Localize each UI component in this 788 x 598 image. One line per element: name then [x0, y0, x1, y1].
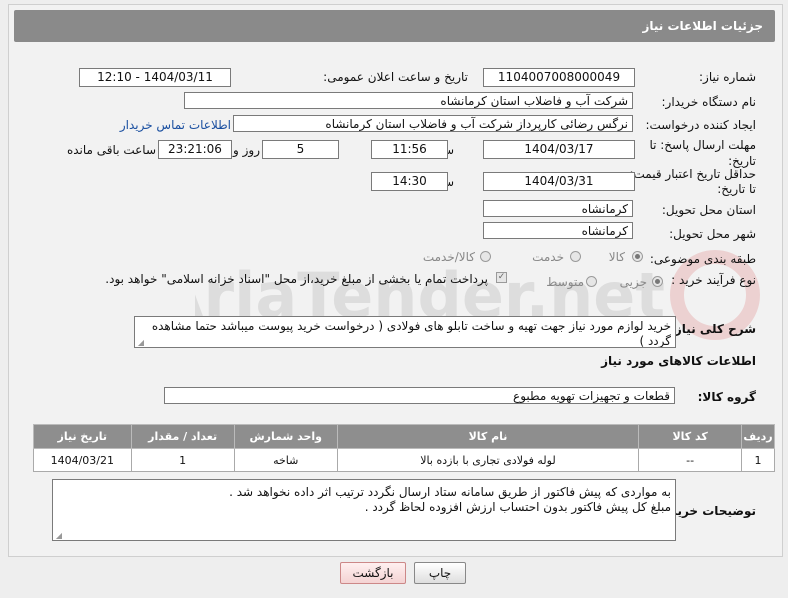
table-header-row: ردیف کد کالا نام کالا واحد شمارش تعداد /… [33, 424, 775, 449]
buyer-org-field: شرکت آب و فاضلاب استان کرمانشاه [184, 92, 633, 109]
cell-index: 1 [741, 448, 775, 472]
province-field: کرمانشاه [483, 200, 633, 217]
table-row: 1 -- لوله فولادی تجاری با بازده بالا شاخ… [33, 448, 775, 472]
panel-title: جزئیات اطلاعات نیاز [642, 19, 763, 33]
process-radio-minor[interactable] [652, 276, 663, 287]
col-index: ردیف [741, 424, 775, 449]
deadline-time-field: 11:56 [371, 140, 448, 159]
buyer-notes-line1: به مواردی که پیش فاکتور از طریق سامانه س… [229, 485, 671, 499]
goods-table: ردیف کد کالا نام کالا واحد شمارش تعداد /… [33, 424, 775, 472]
city-field: کرمانشاه [483, 222, 633, 239]
announce-field: 1404/03/11 - 12:10 [79, 68, 231, 87]
city-label: شهر محل تحویل: [669, 227, 756, 241]
cell-qty: 1 [130, 448, 235, 472]
category-label: طبقه بندی موضوعی: [649, 252, 756, 266]
need-number-label: شماره نیاز: [699, 70, 756, 84]
province-label: استان محل تحویل: [661, 203, 756, 217]
announce-label: تاریخ و ساعت اعلان عمومی: [323, 70, 468, 84]
creator-label: ایجاد کننده درخواست: [645, 118, 756, 132]
need-number-field: 1104007008000049 [483, 68, 635, 87]
buyer-org-label: نام دستگاه خریدار: [661, 95, 757, 109]
col-code: کد کالا [638, 424, 743, 449]
goods-section-title: اطلاعات کالاهای مورد نیاز [601, 354, 756, 368]
col-name: نام کالا [336, 424, 640, 449]
process-option-minor: جزیی [619, 275, 647, 289]
process-radio-medium[interactable] [586, 276, 597, 287]
remaining-time-field: 23:21:06 [158, 140, 232, 159]
cell-date: 1404/03/21 [33, 448, 132, 472]
remaining-label: ساعت باقی مانده [66, 143, 156, 157]
category-radio-both[interactable] [480, 251, 491, 262]
deadline-label: مهلت ارسال پاسخ: تا تاریخ: [649, 138, 756, 168]
days-label: روز و [233, 143, 260, 157]
cell-code: -- [638, 448, 743, 472]
validity-date-field: 1404/03/31 [483, 172, 635, 191]
category-option-both: کالا/خدمت [422, 250, 475, 264]
cell-name: لوله فولادی تجاری با بازده بالا [336, 448, 640, 472]
category-option-goods: کالا [608, 250, 625, 264]
buyer-notes-textarea: به مواردی که پیش فاکتور از طریق سامانه س… [52, 479, 676, 541]
deadline-date-field: 1404/03/17 [483, 140, 635, 159]
price-validity-label: حداقل تاریخ اعتبار قیمت: تا تاریخ: [629, 167, 756, 196]
process-option-medium: متوسط [546, 275, 584, 289]
col-unit: واحد شمارش [233, 424, 338, 449]
back-button[interactable]: بازگشت [340, 562, 406, 584]
validity-time-field: 14:30 [371, 172, 448, 191]
creator-field: نرگس رضائی کارپرداز شرکت آب و فاضلاب است… [233, 115, 633, 132]
category-option-service: خدمت [532, 250, 564, 264]
description-label: شرح کلی نیاز: [670, 322, 756, 336]
goods-group-label: گروه کالا: [697, 390, 756, 404]
resize-handle-icon[interactable]: ◢ [55, 532, 62, 540]
buyer-notes-line2: مبلغ کل پیش فاکتور بدون احتساب ارزش افزو… [364, 500, 671, 514]
treasury-checkbox[interactable]: ✓ [496, 272, 507, 283]
category-radio-goods[interactable] [632, 251, 643, 262]
payment-note: پرداخت تمام یا بخشی از مبلغ خرید،از محل … [105, 272, 488, 286]
goods-group-field: قطعات و تجهیزات تهویه مطبوع [164, 387, 675, 404]
cell-unit: شاخه [233, 448, 338, 472]
print-button[interactable]: چاپ [414, 562, 466, 584]
col-date: تاریخ نیاز [33, 424, 132, 449]
buyer-contact-link[interactable]: اطلاعات تماس خریدار [120, 118, 231, 132]
process-label: نوع فرآیند خرید : [671, 273, 756, 287]
col-qty: تعداد / مقدار [130, 424, 235, 449]
category-radio-service[interactable] [570, 251, 581, 262]
days-field: 5 [262, 140, 339, 159]
panel-header: جزئیات اطلاعات نیاز [14, 10, 775, 42]
resize-handle-icon[interactable]: ◢ [137, 339, 144, 347]
description-text: خرید لوازم مورد نیاز جهت تهیه و ساخت تاب… [151, 319, 671, 348]
description-textarea: خرید لوازم مورد نیاز جهت تهیه و ساخت تاب… [134, 316, 676, 348]
